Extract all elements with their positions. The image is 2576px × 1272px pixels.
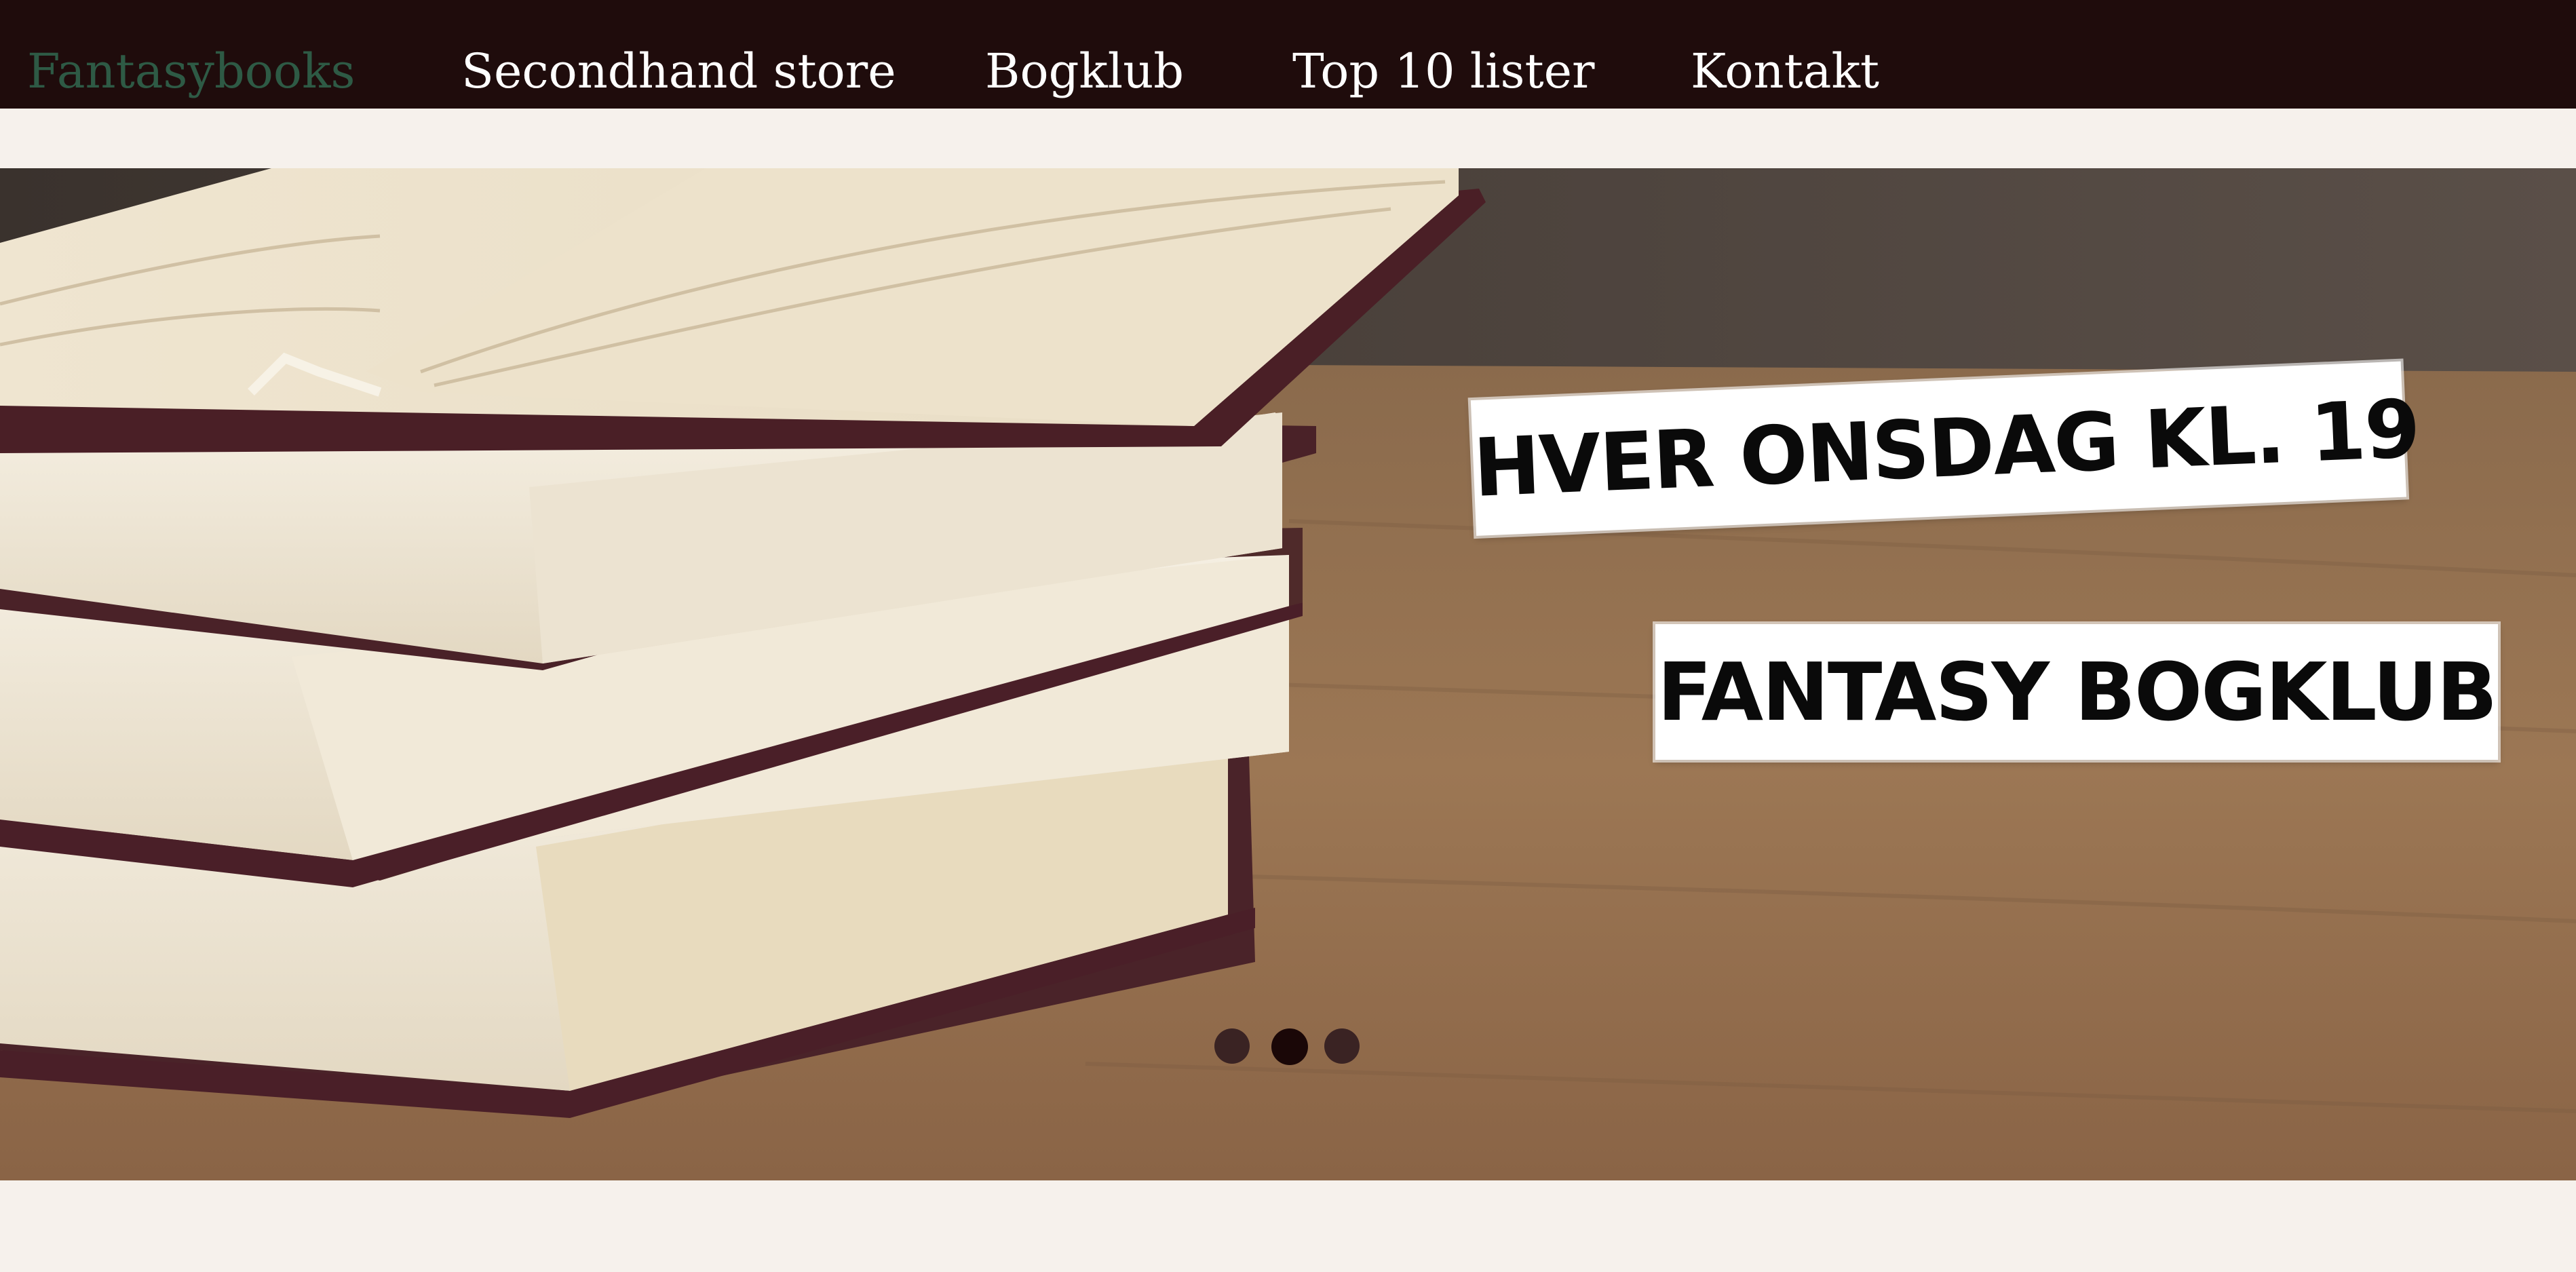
nav-link-top-10-lister[interactable]: Top 10 lister <box>1292 41 1595 102</box>
brand-logo-link[interactable]: Fantasybooks <box>27 41 355 102</box>
carousel-indicators <box>1214 1028 1364 1065</box>
carousel-dot[interactable] <box>1214 1028 1250 1064</box>
top-navigation: Fantasybooks Secondhand store Bogklub To… <box>0 0 2576 109</box>
nav-link-kontakt[interactable]: Kontakt <box>1691 41 1879 102</box>
carousel-dot-active[interactable] <box>1271 1028 1308 1065</box>
carousel-dot[interactable] <box>1324 1028 1360 1064</box>
hero-label-title: FANTASY BOGKLUB <box>1655 624 2498 760</box>
nav-link-bogklub[interactable]: Bogklub <box>985 41 1184 102</box>
nav-link-secondhand-store[interactable]: Secondhand store <box>461 41 896 102</box>
hero-carousel: HVER ONSDAG KL. 19 FANTASY BOGKLUB <box>0 168 2576 1180</box>
